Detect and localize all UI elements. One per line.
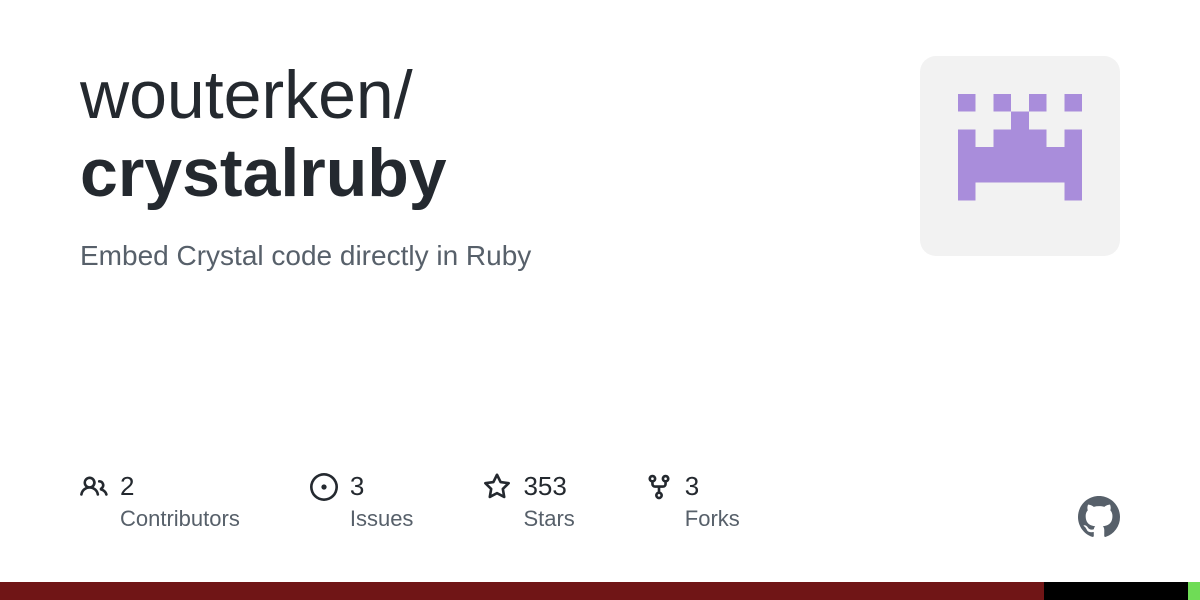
stat-contributors[interactable]: 2 Contributors bbox=[80, 471, 240, 532]
language-segment bbox=[1044, 582, 1188, 600]
star-icon bbox=[483, 473, 511, 501]
stat-stars[interactable]: 353 Stars bbox=[483, 471, 574, 532]
repo-title-section: wouterken/ crystalruby Embed Crystal cod… bbox=[80, 56, 920, 272]
issue-icon bbox=[310, 473, 338, 501]
repo-name[interactable]: crystalruby bbox=[80, 134, 920, 212]
repo-path[interactable]: wouterken/ crystalruby bbox=[80, 56, 920, 212]
language-segment bbox=[0, 582, 1044, 600]
repo-owner[interactable]: wouterken bbox=[80, 57, 394, 133]
people-icon bbox=[80, 473, 108, 501]
repo-stats: 2 Contributors 3 Issues 353 Stars bbox=[80, 471, 740, 532]
fork-icon bbox=[645, 473, 673, 501]
repo-description: Embed Crystal code directly in Ruby bbox=[80, 240, 920, 272]
contributors-value: 2 bbox=[120, 471, 240, 502]
issues-label: Issues bbox=[350, 506, 414, 532]
identicon-icon bbox=[940, 76, 1100, 236]
stat-issues[interactable]: 3 Issues bbox=[310, 471, 414, 532]
language-bar bbox=[0, 582, 1200, 600]
repo-separator: / bbox=[394, 57, 413, 133]
forks-value: 3 bbox=[685, 471, 740, 502]
github-logo-icon[interactable] bbox=[1078, 496, 1120, 538]
issues-value: 3 bbox=[350, 471, 414, 502]
avatar[interactable] bbox=[920, 56, 1120, 256]
stars-value: 353 bbox=[523, 471, 574, 502]
stars-label: Stars bbox=[523, 506, 574, 532]
forks-label: Forks bbox=[685, 506, 740, 532]
contributors-label: Contributors bbox=[120, 506, 240, 532]
stat-forks[interactable]: 3 Forks bbox=[645, 471, 740, 532]
language-segment bbox=[1188, 582, 1200, 600]
